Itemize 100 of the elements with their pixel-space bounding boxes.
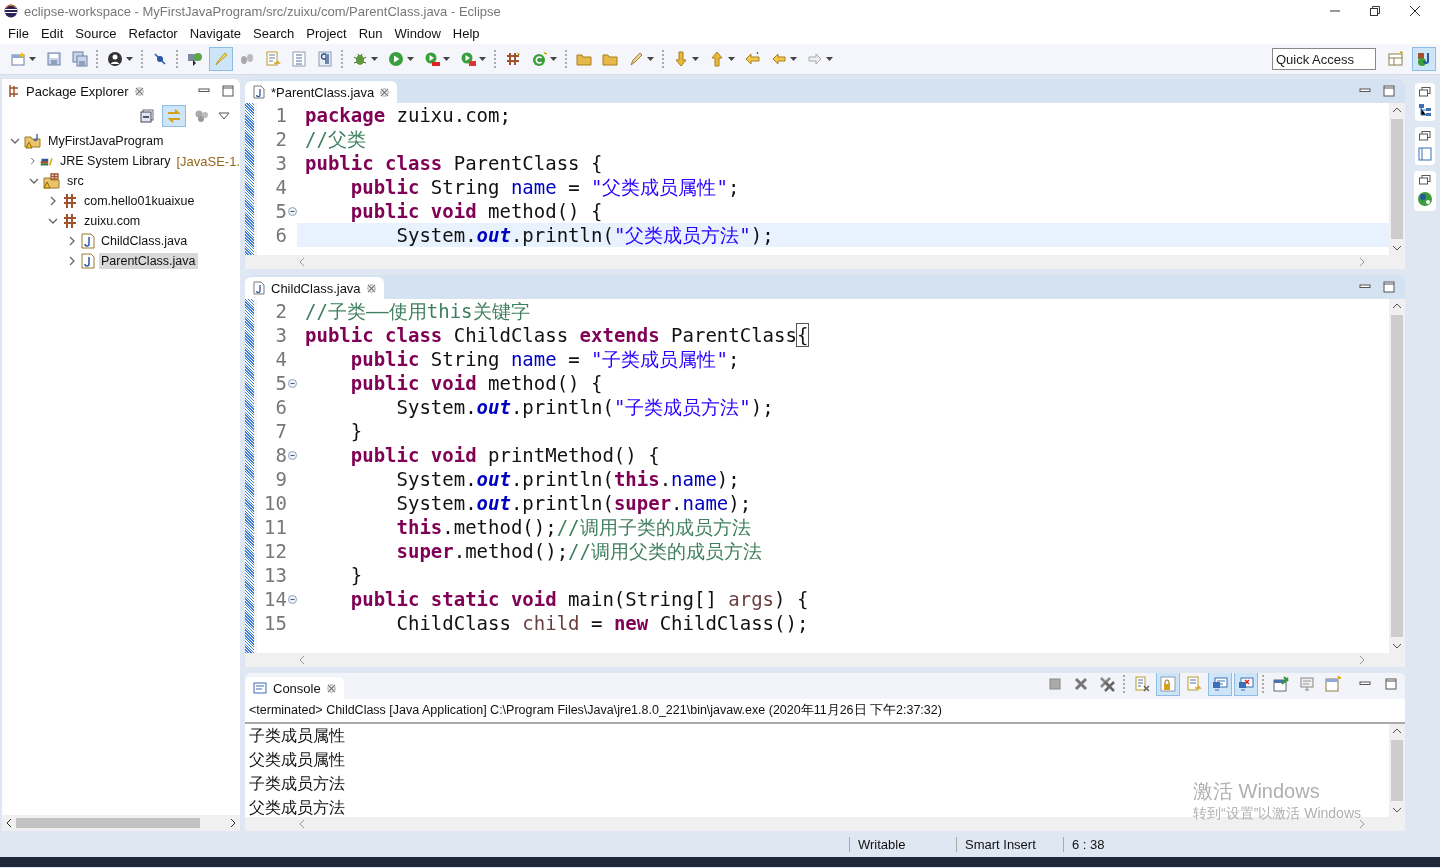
expanded-chevron-icon[interactable]	[48, 216, 58, 226]
close-tab-icon[interactable]	[366, 283, 376, 293]
package-explorer-icon	[8, 84, 20, 98]
dropdown-caret-icon[interactable]	[550, 57, 557, 61]
open-type-icon	[187, 51, 203, 67]
scroll-down-icon[interactable]	[1392, 807, 1402, 813]
collapsed-chevron-icon[interactable]	[67, 236, 77, 246]
dropdown-caret-icon[interactable]	[126, 57, 133, 61]
collapse-fold-icon[interactable]	[288, 594, 297, 604]
collapse-fold-icon[interactable]	[288, 378, 297, 388]
scrollbar-thumb[interactable]	[1391, 315, 1403, 637]
perspective-button[interactable]	[1412, 47, 1436, 71]
java-file-icon	[81, 233, 95, 249]
scroll-right-icon[interactable]	[230, 818, 236, 828]
scroll-up-icon[interactable]	[1392, 303, 1402, 309]
menu-item[interactable]: Edit	[34, 25, 70, 41]
save-all-icon	[72, 51, 88, 67]
restore-window-icon[interactable]	[1370, 6, 1380, 16]
scroll-up-icon[interactable]	[1392, 107, 1402, 113]
dropdown-caret-icon[interactable]	[443, 57, 450, 61]
console-output-line: 子类成员属性	[249, 726, 345, 746]
menu-item[interactable]: Project	[300, 25, 353, 41]
collapse-fold-icon[interactable]	[288, 206, 297, 216]
scroll-down-icon[interactable]	[1392, 245, 1402, 251]
dropdown-caret-icon[interactable]	[407, 57, 414, 61]
menu-item[interactable]: Source	[69, 25, 123, 41]
maximize-icon[interactable]	[222, 85, 234, 97]
collapse-fold-icon[interactable]	[288, 450, 297, 460]
console-tool-button[interactable]	[1208, 673, 1232, 696]
close-window-icon[interactable]	[1410, 6, 1420, 16]
code-line: public void method() {	[349, 199, 604, 223]
tree-item[interactable]: ParentClass.java	[99, 253, 198, 269]
menu-item[interactable]: Run	[352, 25, 389, 41]
collapsed-chevron-icon[interactable]	[67, 256, 77, 266]
vertical-scrollbar[interactable]	[1389, 103, 1405, 255]
close-tab-icon[interactable]	[326, 683, 336, 693]
quick-access-field[interactable]: Quick Access	[1272, 48, 1376, 70]
scroll-up-icon[interactable]	[1392, 728, 1402, 734]
tree-item[interactable]: zuixu.com	[82, 213, 143, 229]
console-status: <terminated> ChildClass [Java Application] C:\Program Files\Java\jre1.8.0_221\bin\javaw.exe (2020年11月26日 下午2:37:32)	[245, 699, 1405, 724]
scrollbar-thumb[interactable]	[1391, 119, 1403, 239]
tree-item[interactable]: ChildClass.java	[99, 233, 190, 249]
editor-tab[interactable]: *ParentClass.java	[245, 81, 398, 103]
editor-tab[interactable]: ChildClass.java	[245, 277, 384, 299]
dropdown-caret-icon[interactable]	[647, 57, 654, 61]
console-tab[interactable]: Console	[245, 677, 344, 699]
scrollbar-thumb[interactable]	[16, 818, 200, 828]
maximize-icon[interactable]	[1385, 678, 1397, 690]
status-field: Smart Insert	[956, 836, 1063, 852]
menu-item[interactable]: Refactor	[122, 25, 184, 41]
vertical-scrollbar[interactable]	[1389, 299, 1405, 653]
back-arrow-icon	[771, 51, 787, 67]
menu-item[interactable]: Window	[388, 25, 447, 41]
expanded-chevron-icon[interactable]	[10, 136, 20, 146]
collapsed-chevron-icon[interactable]	[48, 196, 58, 206]
globe-icon[interactable]	[1417, 191, 1433, 207]
tree-item[interactable]: com.hello01kuaixue	[82, 193, 197, 209]
window-icon[interactable]	[1418, 147, 1432, 161]
tree-item[interactable]: JRE System Library	[57, 153, 173, 169]
line-number: 4	[275, 175, 287, 199]
maximize-icon[interactable]	[1383, 85, 1395, 97]
menu-item[interactable]: Help	[446, 25, 486, 41]
console-tool-button[interactable]	[1234, 673, 1258, 696]
restore-icon[interactable]	[1419, 87, 1431, 97]
run-coverage-icon	[424, 51, 440, 67]
dropdown-caret-icon[interactable]	[826, 57, 833, 61]
hierarchy-icon[interactable]	[1418, 103, 1432, 117]
dropdown-caret-icon[interactable]	[692, 57, 699, 61]
code-line: super.method();//调用父类的成员方法	[395, 539, 763, 563]
scroll-down-icon[interactable]	[1392, 643, 1402, 649]
line-number: 4	[275, 347, 287, 371]
console-tool-button[interactable]	[1156, 673, 1180, 696]
menu-item[interactable]: Navigate	[183, 25, 247, 41]
expanded-chevron-icon[interactable]	[29, 176, 39, 186]
folder-icon	[576, 51, 592, 67]
dropdown-caret-icon[interactable]	[790, 57, 797, 61]
view-menu-icon[interactable]	[218, 112, 230, 120]
dropdown-caret-icon[interactable]	[29, 57, 36, 61]
menu-item[interactable]: File	[2, 25, 35, 41]
close-tab-icon[interactable]	[134, 86, 144, 96]
filter-dots-icon[interactable]	[194, 109, 210, 123]
maximize-icon[interactable]	[1383, 281, 1395, 293]
tree-item[interactable]: MyFirstJavaProgram	[46, 133, 166, 149]
dropdown-caret-icon[interactable]	[479, 57, 486, 61]
close-tab-icon[interactable]	[380, 87, 390, 97]
restore-icon[interactable]	[1419, 131, 1431, 141]
console-output-line: 子类成员方法	[249, 774, 345, 794]
menu-item[interactable]: Search	[247, 25, 301, 41]
word-wrap-icon	[1186, 676, 1202, 692]
restore-icon[interactable]	[1419, 175, 1431, 185]
horizontal-scrollbar[interactable]	[2, 815, 240, 831]
tree-item[interactable]: src	[65, 173, 86, 189]
dropdown-caret-icon[interactable]	[728, 57, 735, 61]
dropdown-caret-icon[interactable]	[371, 57, 378, 61]
scrollbar-thumb[interactable]	[1391, 740, 1403, 801]
collapsed-chevron-icon[interactable]	[29, 156, 37, 166]
collapse-all-icon[interactable]	[140, 109, 154, 123]
vertical-scrollbar[interactable]	[1389, 724, 1405, 817]
scroll-left-icon[interactable]	[6, 818, 12, 828]
java-perspective-icon	[1416, 51, 1432, 67]
